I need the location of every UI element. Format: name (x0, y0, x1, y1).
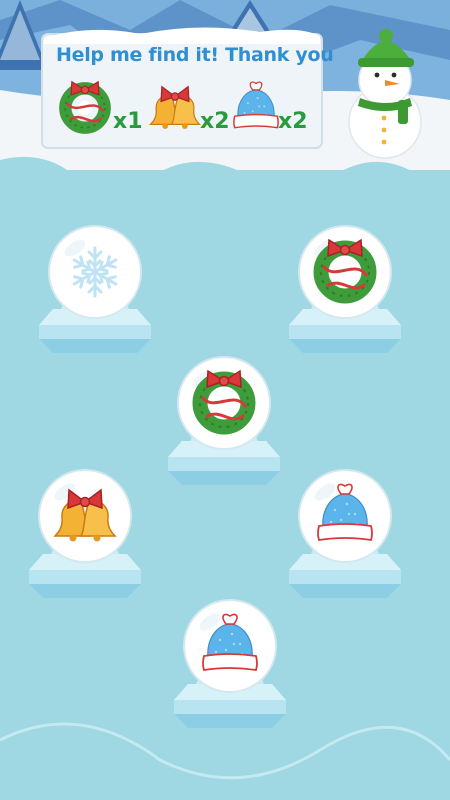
task-title: Help me find it! Thank you (56, 44, 334, 66)
globe-6[interactable] (183, 599, 277, 693)
globe-5[interactable] (298, 469, 392, 563)
globe-2[interactable] (298, 225, 392, 319)
globe-3[interactable] (177, 356, 271, 450)
hat-count: x2 (278, 109, 308, 134)
bells-count: x2 (200, 109, 230, 134)
globe-4[interactable] (38, 469, 132, 563)
wreath-count: x1 (113, 109, 143, 134)
globe-1[interactable] (48, 225, 142, 319)
